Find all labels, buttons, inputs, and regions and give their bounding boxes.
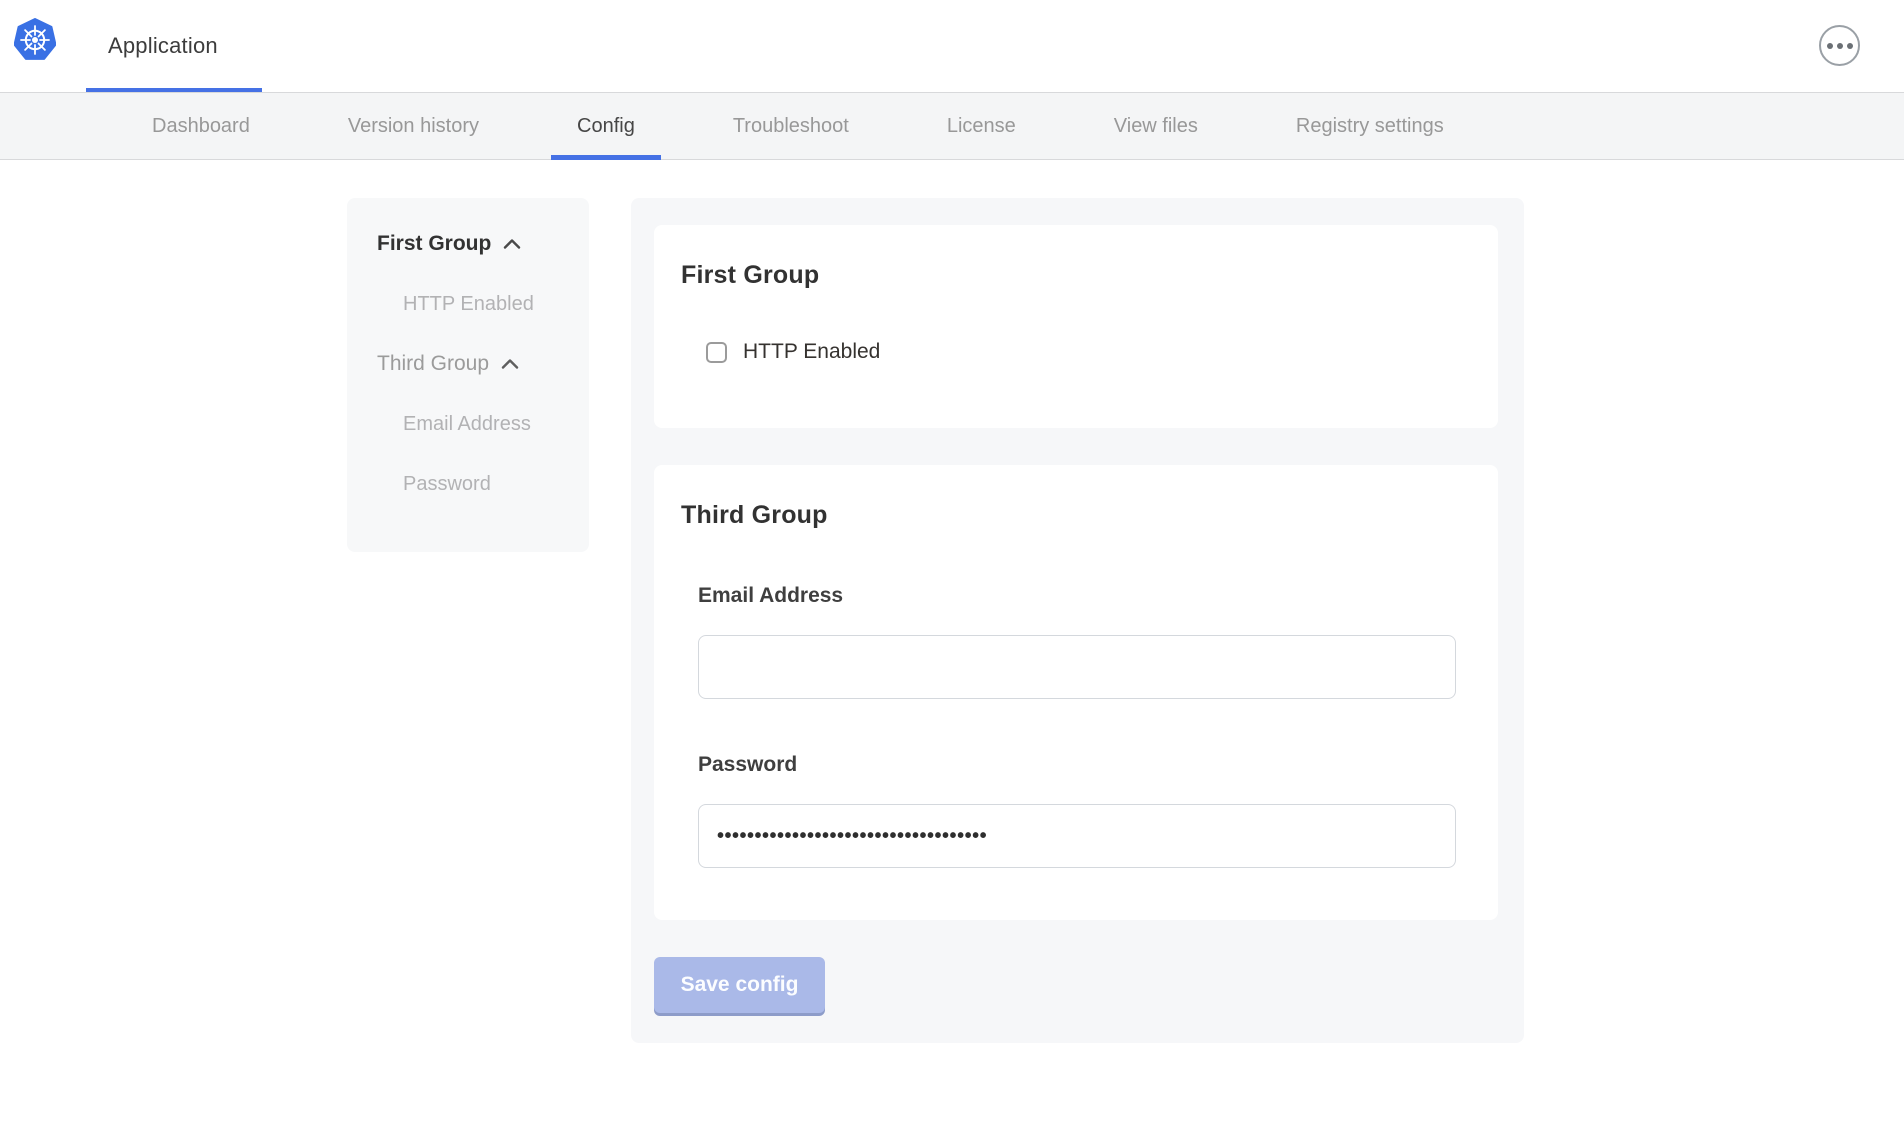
config-page: First Group HTTP Enabled Third Group Ema…: [0, 160, 1904, 1083]
password-input[interactable]: [698, 804, 1456, 868]
sidebar-group-first-group[interactable]: First Group: [377, 214, 589, 274]
kubernetes-logo-icon: [14, 18, 56, 62]
email-address-field: Email Address: [698, 584, 1456, 699]
email-address-input[interactable]: [698, 635, 1456, 699]
field-label: Password: [698, 753, 1456, 777]
http-enabled-checkbox-row[interactable]: HTTP Enabled: [706, 340, 1456, 364]
group-title: Third Group: [681, 501, 1456, 530]
config-group-card-first-group: First Group HTTP Enabled: [654, 225, 1498, 428]
tab-view-files[interactable]: View files: [1088, 93, 1224, 159]
checkbox-label: HTTP Enabled: [743, 340, 880, 364]
app-subnav: Dashboard Version history Config Trouble…: [0, 92, 1904, 160]
password-field: Password: [698, 753, 1456, 868]
sidebar-group-label: Third Group: [377, 352, 489, 376]
tab-registry-settings[interactable]: Registry settings: [1270, 93, 1470, 159]
config-sidebar: First Group HTTP Enabled Third Group Ema…: [347, 198, 589, 552]
tab-config[interactable]: Config: [551, 93, 661, 159]
tab-license[interactable]: License: [921, 93, 1042, 159]
config-form-area: First Group HTTP Enabled Third Group Ema…: [631, 198, 1524, 1043]
tab-application[interactable]: Application: [86, 0, 240, 92]
sidebar-item-email-address[interactable]: Email Address: [377, 394, 589, 454]
sidebar-item-password[interactable]: Password: [377, 454, 589, 514]
app-header: Application: [0, 0, 1904, 92]
overflow-menu-button[interactable]: [1819, 25, 1860, 66]
chevron-up-icon: [503, 238, 521, 250]
field-label: Email Address: [698, 584, 1456, 608]
http-enabled-checkbox[interactable]: [706, 342, 727, 363]
tab-version-history[interactable]: Version history: [322, 93, 505, 159]
tab-dashboard[interactable]: Dashboard: [126, 93, 276, 159]
ellipsis-icon: [1827, 43, 1833, 49]
tab-troubleshoot[interactable]: Troubleshoot: [707, 93, 875, 159]
save-config-button[interactable]: Save config: [654, 957, 825, 1013]
sidebar-group-third-group[interactable]: Third Group: [377, 334, 589, 394]
config-group-card-third-group: Third Group Email Address Password: [654, 465, 1498, 920]
sidebar-group-label: First Group: [377, 232, 491, 256]
sidebar-item-http-enabled[interactable]: HTTP Enabled: [377, 274, 589, 334]
group-title: First Group: [681, 261, 1456, 290]
chevron-up-icon: [501, 358, 519, 370]
